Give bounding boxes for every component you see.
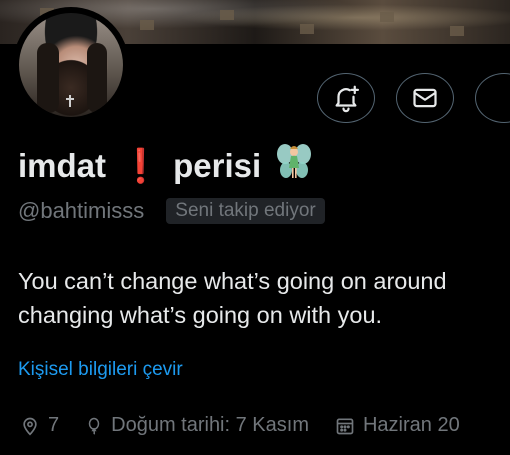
bio-line-2: changing what’s going on with you. — [18, 302, 383, 328]
joined-item: Haziran 20 — [335, 414, 460, 437]
message-button[interactable] — [396, 73, 454, 123]
envelope-icon — [413, 88, 437, 108]
handle-row: @bahtimisss Seni takip ediyor — [18, 198, 325, 224]
birthday-item: Doğum tarihi: 7 Kasım — [85, 414, 309, 437]
profile-avatar[interactable] — [13, 7, 129, 123]
username-handle: @bahtimisss — [18, 198, 145, 223]
fairy-emoji — [277, 144, 312, 178]
joined-text: Haziran 20 — [362, 414, 460, 436]
profile-meta: 7 Doğum tarihi: 7 Kasım Haziran 20 — [20, 414, 486, 437]
location-pin-icon — [23, 417, 37, 436]
location-text: 7 — [48, 414, 60, 436]
profile-bio: You can’t change what’s going on around … — [18, 264, 510, 332]
notify-button[interactable] — [317, 73, 375, 123]
avatar-image — [19, 13, 123, 117]
more-button[interactable] — [475, 73, 510, 123]
exclamation-emoji: ❗ — [120, 146, 162, 184]
cross-necklace — [66, 95, 74, 107]
location-item: 7 — [20, 414, 59, 437]
bio-line-1: You can’t change what’s going on around — [18, 268, 447, 294]
balloon-icon — [88, 417, 100, 435]
translate-bio-link[interactable]: Kişisel bilgileri çevir — [18, 359, 183, 381]
display-name-part2: perisi — [173, 147, 262, 184]
display-name-part1: imdat — [18, 147, 107, 184]
notification-bell-plus-icon — [335, 85, 359, 113]
display-name: imdat ❗ perisi — [18, 144, 312, 188]
follows-you-badge: Seni takip ediyor — [166, 198, 325, 224]
calendar-icon — [336, 418, 354, 434]
birthday-text: Doğum tarihi: 7 Kasım — [111, 414, 309, 436]
